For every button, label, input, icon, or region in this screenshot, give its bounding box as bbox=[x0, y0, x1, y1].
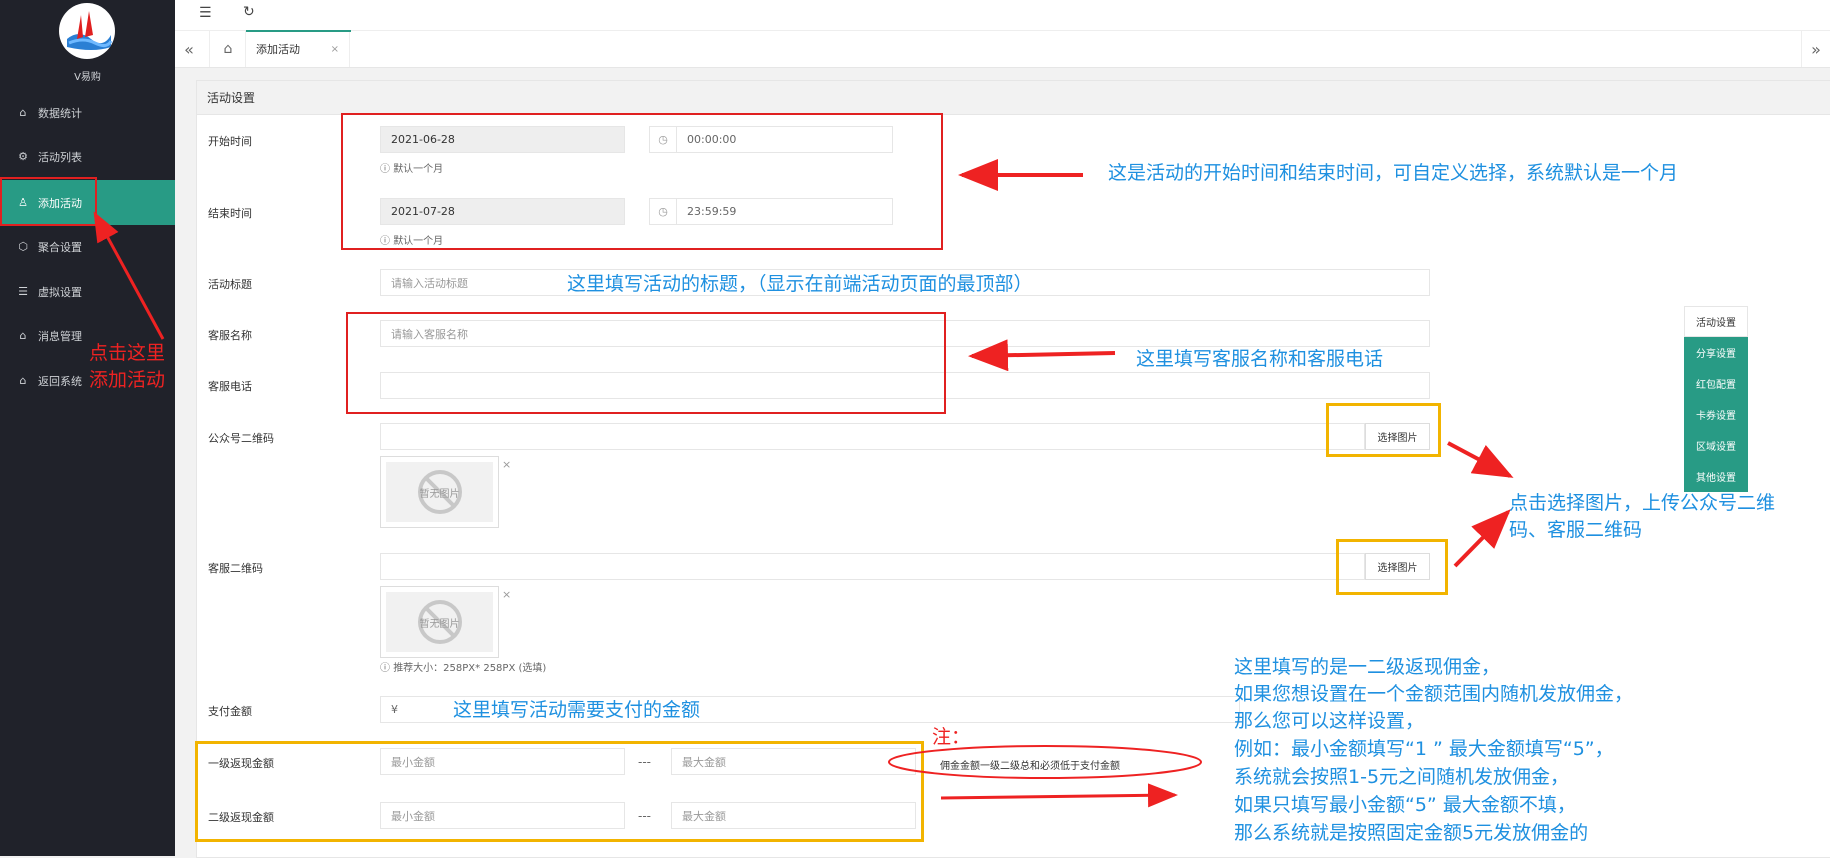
annotation-commission-2: 如果您想设置在一个金额范围内随机发放佣金， bbox=[1234, 683, 1634, 705]
annotation-image-2: 码、客服二维码 bbox=[1509, 519, 1643, 541]
annotation-commission-1: 这里填写的是一二级返现佣金， bbox=[1234, 656, 1501, 678]
annotation-pay: 这里填写活动需要支付的金额 bbox=[453, 699, 701, 721]
annotation-time: 这是活动的开始时间和结束时间，可自定义选择，系统默认是一个月 bbox=[1108, 162, 1679, 184]
annotation-title: 这里填写活动的标题，（显示在前端活动页面的最顶部） bbox=[567, 273, 1033, 295]
annotation-service: 这里填写客服名称和客服电话 bbox=[1136, 348, 1384, 370]
annotation-commission-5: 系统就会按照1-5元之间随机发放佣金， bbox=[1234, 766, 1570, 788]
annotation-sidebar-2: 添加活动 bbox=[89, 369, 166, 391]
annotation-note-label: 注： bbox=[932, 726, 971, 748]
annotation-commission-6: 如果只填写最小金额“5” 最大金额不填， bbox=[1234, 794, 1576, 816]
annotation-arrows bbox=[93, 159, 1514, 808]
annotation-commission-3: 那么您可以这样设置， bbox=[1234, 710, 1425, 732]
annotation-image-1: 点击选择图片，上传公众号二维 bbox=[1509, 492, 1776, 514]
annotation-commission-4: 例如：最小金额填写“1 ” 最大金额填写“5”， bbox=[1234, 738, 1614, 760]
annotation-commission-7: 那么系统就是按照固定金额5元发放佣金的 bbox=[1234, 822, 1589, 844]
annotation-sidebar-1: 点击这里 bbox=[89, 342, 166, 364]
